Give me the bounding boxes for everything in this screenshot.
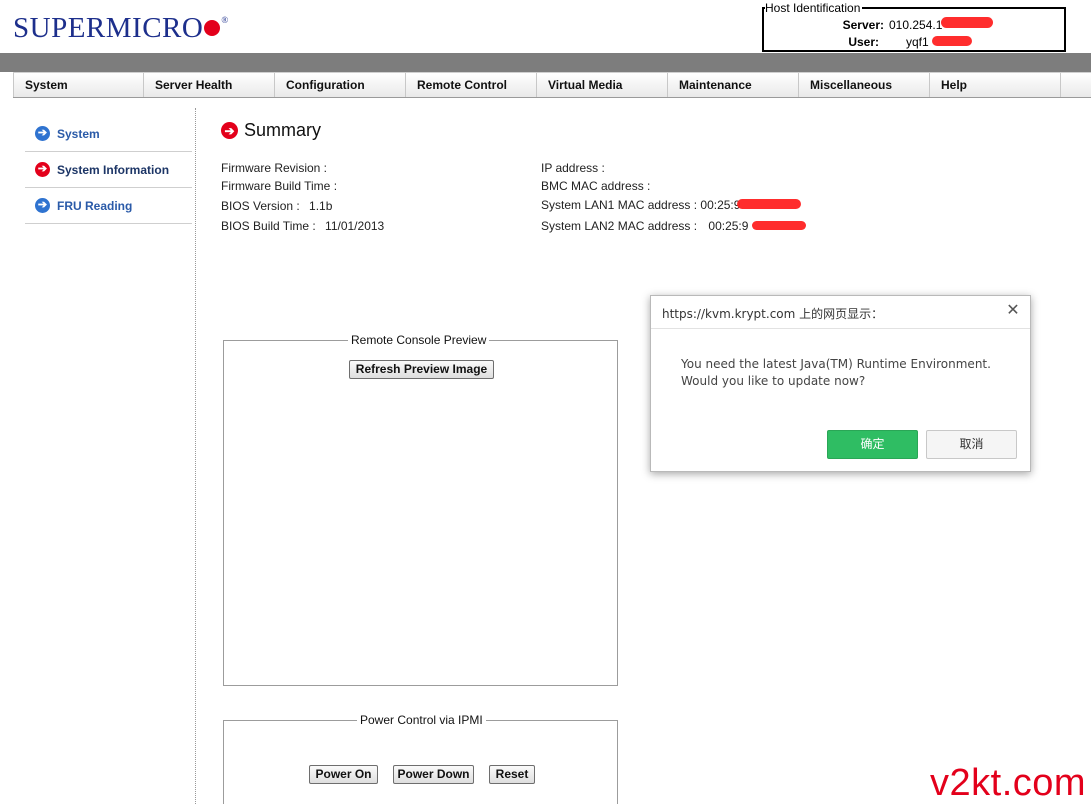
host-user-value: yqf1 [906,35,929,49]
refresh-preview-image-button[interactable]: Refresh Preview Image [349,360,494,379]
power-control-panel: Power Control via IPMI Power On Power Do… [223,713,618,804]
host-identification-box: Host Identification Server: 010.254.1 Use… [762,1,1066,52]
info-value: 11/01/2013 [325,219,385,233]
nav-help[interactable]: Help [930,73,1061,97]
watermark: v2kt.com [930,762,1087,804]
sidebar-item-system[interactable]: ➔ System [25,116,192,152]
sidebar-item-label: System Information [57,162,170,177]
power-control-legend: Power Control via IPMI [357,713,486,727]
bmc-mac-address-row: BMC MAC address : [541,179,650,193]
info-label: BMC MAC address : [541,179,651,193]
redaction-mark [752,221,806,230]
nav-configuration[interactable]: Configuration [275,73,406,97]
host-server-value: 010.254.1 [889,18,943,32]
nav-server-health[interactable]: Server Health [144,73,275,97]
supermicro-logo: SUPERMICRO ® [13,12,229,45]
arrow-right-icon: ➔ [221,122,238,139]
info-value: 00:25:9 [708,219,749,233]
dialog-cancel-button[interactable]: 取消 [926,430,1017,459]
arrow-right-icon: ➔ [35,198,50,213]
dialog-header: https://kvm.krypt.com 上的网页显示： ✕ [651,296,1030,329]
remote-console-preview-legend: Remote Console Preview [348,333,490,347]
info-label: System LAN2 MAC address : [541,219,698,233]
ip-address-row: IP address : [541,161,605,175]
logo-text: SUPERMICRO [13,12,204,44]
lan1-mac-address-row: System LAN1 MAC address : 00:25:9 [541,198,740,212]
sidebar-item-fru-reading[interactable]: ➔ FRU Reading [25,188,192,224]
power-down-button[interactable]: Power Down [393,765,474,784]
dialog-title: https://kvm.krypt.com 上的网页显示： [662,307,884,321]
remote-console-preview-panel: Remote Console Preview Refresh Preview I… [223,333,618,686]
logo-red-dot-icon [204,20,221,36]
power-on-button[interactable]: Power On [309,765,378,784]
arrow-right-icon: ➔ [35,126,50,141]
nav-maintenance[interactable]: Maintenance [668,73,799,97]
host-user-label: User: [848,35,879,49]
firmware-revision-row: Firmware Revision : [221,161,327,175]
dialog-message: You need the latest Java(TM) Runtime Env… [681,356,991,390]
bios-build-time-row: BIOS Build Time : 11/01/2013 [221,219,384,233]
host-server-label: Server: [842,18,884,32]
close-icon[interactable]: ✕ [1005,303,1021,319]
nav-remote-control[interactable]: Remote Control [406,73,537,97]
summary-heading: ➔ Summary [221,120,321,141]
nav-system[interactable]: System [13,73,144,97]
redaction-mark [932,36,972,46]
sidebar-item-label: System [57,126,100,141]
dialog-message-line: Would you like to update now? [681,374,866,388]
logo-registered-mark: ® [221,15,229,25]
java-update-dialog: https://kvm.krypt.com 上的网页显示： ✕ You need… [650,295,1031,472]
host-user-row: User: yqf1 [842,35,929,49]
dialog-ok-button[interactable]: 确定 [827,430,918,459]
info-label: IP address : [541,161,605,175]
info-label: Firmware Revision : [221,161,328,175]
reset-button[interactable]: Reset [489,765,535,784]
info-value: 1.1b [309,199,333,213]
info-label: System LAN1 MAC address : [541,198,698,212]
main-navbar: System Server Health Configuration Remot… [13,72,1091,98]
sidebar: ➔ System ➔ System Information ➔ FRU Read… [25,116,192,224]
info-label: BIOS Build Time : [221,219,316,233]
dialog-message-line: You need the latest Java(TM) Runtime Env… [681,357,991,371]
info-value: 00:25:9 [700,198,741,212]
redaction-mark [941,17,993,28]
host-server-row: Server: 010.254.1 [842,18,943,32]
page-title: Summary [244,120,322,140]
redaction-mark [737,199,801,209]
host-identification-legend: Host Identification [765,1,863,15]
header-band [0,53,1091,72]
nav-virtual-media[interactable]: Virtual Media [537,73,668,97]
sidebar-divider [195,108,196,804]
lan2-mac-address-row: System LAN2 MAC address : 00:25:9 [541,219,748,233]
sidebar-item-label: FRU Reading [57,198,133,213]
nav-miscellaneous[interactable]: Miscellaneous [799,73,930,97]
bios-version-row: BIOS Version : 1.1b [221,199,332,213]
info-label: Firmware Build Time : [221,179,338,193]
firmware-build-time-row: Firmware Build Time : [221,179,337,193]
sidebar-item-system-information[interactable]: ➔ System Information [25,152,192,188]
info-label: BIOS Version : [221,199,300,213]
arrow-right-icon: ➔ [35,162,50,177]
